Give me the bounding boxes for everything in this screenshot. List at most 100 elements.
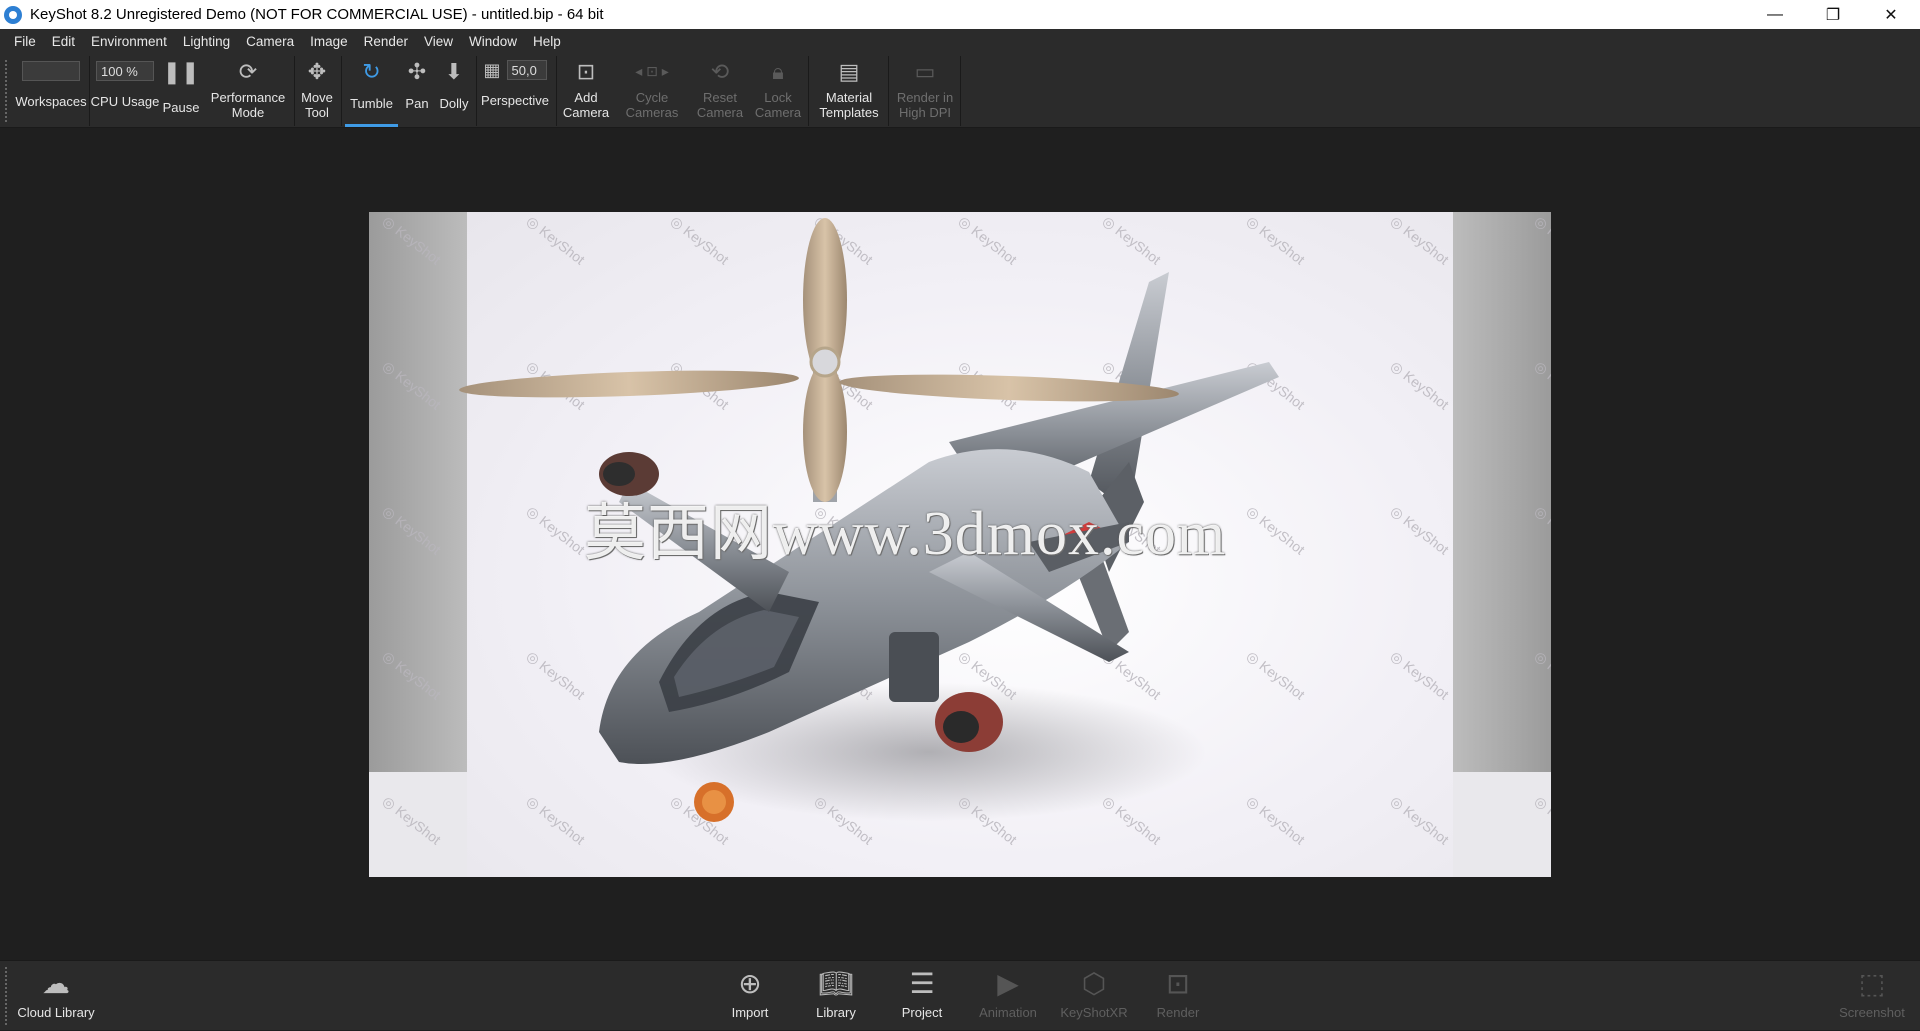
material-templates-button[interactable]: ▤ Material Templates <box>810 54 888 128</box>
add-camera-button[interactable]: ⊡ Add Camera <box>558 54 614 128</box>
workspaces-label: Workspaces <box>15 94 87 109</box>
animation-label: Animation <box>979 1005 1037 1020</box>
cube-icon: ⬡ <box>1081 967 1107 999</box>
keyshot-app-icon <box>4 5 22 24</box>
render-label: Render <box>1156 1005 1200 1020</box>
import-button[interactable]: ⊕ Import <box>722 961 778 1031</box>
cycle-cameras-button[interactable]: ◂ ⊡ ▸ Cycle Cameras <box>620 54 684 128</box>
reset-camera-label: Reset Camera <box>696 90 744 120</box>
maximize-button[interactable]: ❐ <box>1804 0 1862 29</box>
move-tool-button[interactable]: ✥ Move Tool <box>296 54 338 128</box>
pause-button[interactable]: ❚❚ Pause <box>160 54 202 128</box>
title-bar: KeyShot 8.2 Unregistered Demo (NOT FOR C… <box>0 0 1920 29</box>
render-icon: ⊡ <box>1166 967 1190 999</box>
toolbar-divider <box>294 56 295 126</box>
active-tool-indicator <box>345 124 398 127</box>
menu-camera[interactable]: Camera <box>238 34 302 49</box>
keyshotxr-label: KeyShotXR <box>1060 1005 1128 1020</box>
cpu-usage-tool[interactable]: 100 % CPU Usage <box>90 54 160 128</box>
menu-window[interactable]: Window <box>461 34 525 49</box>
monitor-icon: ▭ <box>914 58 936 84</box>
menu-edit[interactable]: Edit <box>44 34 83 49</box>
tumble-rotate-icon: ↻ <box>362 58 381 84</box>
menu-help[interactable]: Help <box>525 34 569 49</box>
menu-lighting[interactable]: Lighting <box>175 34 238 49</box>
website-watermark-text: 莫西网www.3dmox.com <box>584 500 1227 568</box>
field-of-view-input[interactable]: 50,0 <box>506 60 547 80</box>
screenshot-button[interactable]: ⬚ Screenshot <box>1834 961 1910 1031</box>
dolly-button[interactable]: ⬇ Dolly <box>436 54 472 128</box>
cloud-library-label: Cloud Library <box>17 1005 95 1020</box>
perspective-tool[interactable]: ▦ 50,0 Perspective <box>478 54 552 128</box>
window-controls: — ❐ ✕ <box>1746 0 1920 29</box>
pause-label: Pause <box>162 100 200 115</box>
cpu-usage-dropdown[interactable]: 100 % <box>96 61 154 81</box>
minimize-button[interactable]: — <box>1746 0 1804 29</box>
reset-camera-button[interactable]: ⟲ Reset Camera <box>690 54 750 128</box>
dolly-arrow-icon: ⬇ <box>444 58 464 84</box>
window-title: KeyShot 8.2 Unregistered Demo (NOT FOR C… <box>30 6 604 23</box>
move-tool-icon: ✥ <box>307 58 327 84</box>
toolbar-divider <box>960 56 961 126</box>
project-label: Project <box>901 1005 943 1020</box>
material-templates-icon: ▤ <box>838 58 860 84</box>
performance-mode-button[interactable]: ⟳ Performance Mode <box>204 54 292 128</box>
toolbar-grip[interactable] <box>5 60 7 122</box>
menu-bar: File Edit Environment Lighting Camera Im… <box>0 29 1920 54</box>
ribbon-toolbar: Workspaces 100 % CPU Usage ❚❚ Pause ⟳ Pe… <box>0 54 1920 128</box>
toolbar-divider <box>888 56 889 126</box>
menu-render[interactable]: Render <box>356 34 416 49</box>
library-button[interactable]: 📖︎ Library <box>808 961 864 1031</box>
workspaces-dropdown[interactable] <box>22 61 80 81</box>
bottom-bar: ☁ Cloud Library ⊕ Import 📖︎ Library ☰ Pr… <box>0 960 1920 1030</box>
add-camera-icon: ⊡ <box>576 58 596 84</box>
import-icon: ⊕ <box>738 967 762 999</box>
cloud-icon: ☁ <box>42 967 70 999</box>
pan-label: Pan <box>405 96 429 111</box>
performance-mode-icon: ⟳ <box>238 58 258 84</box>
toolbar-divider <box>556 56 557 126</box>
cycle-cameras-label: Cycle Cameras <box>625 90 679 120</box>
menu-view[interactable]: View <box>416 34 461 49</box>
screenshot-icon: ⬚ <box>1858 967 1886 999</box>
book-icon: 📖︎ <box>818 967 854 999</box>
dolly-label: Dolly <box>439 96 469 111</box>
lock-camera-button[interactable]: 🔒︎ Lock Camera <box>752 54 804 128</box>
perspective-grid-icon: ▦ <box>483 59 501 80</box>
animation-button[interactable]: ▶ Animation <box>972 961 1044 1031</box>
render-high-dpi-label: Render in High DPI <box>896 90 954 120</box>
toolbar-divider <box>808 56 809 126</box>
menu-environment[interactable]: Environment <box>83 34 175 49</box>
project-button[interactable]: ☰ Project <box>894 961 950 1031</box>
workspaces-tool[interactable]: Workspaces <box>14 54 88 128</box>
toolbar-divider <box>341 56 342 126</box>
keyshotxr-button[interactable]: ⬡ KeyShotXR <box>1056 961 1132 1031</box>
menu-file[interactable]: File <box>6 34 44 49</box>
bottombar-grip[interactable] <box>5 967 7 1025</box>
pause-icon: ❚❚ <box>162 58 200 84</box>
cpu-usage-label: CPU Usage <box>90 94 160 109</box>
pan-button[interactable]: ✣ Pan <box>402 54 432 128</box>
render-viewport[interactable]: ◎ KeyShot ◎ KeyShot ◎ KeyShot ◎ KeyShot ◎ Ke… <box>369 212 1551 877</box>
menu-image[interactable]: Image <box>302 34 356 49</box>
cycle-cameras-icon: ◂ ⊡ ▸ <box>635 62 669 79</box>
play-icon: ▶ <box>997 967 1019 999</box>
add-camera-label: Add Camera <box>562 90 610 120</box>
performance-mode-label: Performance Mode <box>210 90 286 120</box>
lock-camera-icon: 🔒︎ <box>772 58 784 84</box>
material-templates-label: Material Templates <box>819 90 879 120</box>
render-button[interactable]: ⊡ Render <box>1150 961 1206 1031</box>
perspective-label: Perspective <box>481 93 549 108</box>
pan-icon: ✣ <box>407 58 427 84</box>
close-button[interactable]: ✕ <box>1862 0 1920 29</box>
tumble-button[interactable]: ↻ Tumble <box>345 54 398 128</box>
library-label: Library <box>816 1005 856 1020</box>
tumble-label: Tumble <box>350 96 393 111</box>
lock-camera-label: Lock Camera <box>754 90 802 120</box>
render-high-dpi-button[interactable]: ▭ Render in High DPI <box>890 54 960 128</box>
project-list-icon: ☰ <box>909 967 935 999</box>
toolbar-divider <box>476 56 477 126</box>
move-tool-label: Move Tool <box>301 90 333 120</box>
reset-camera-icon: ⟲ <box>710 58 730 84</box>
cloud-library-button[interactable]: ☁ Cloud Library <box>14 961 98 1031</box>
